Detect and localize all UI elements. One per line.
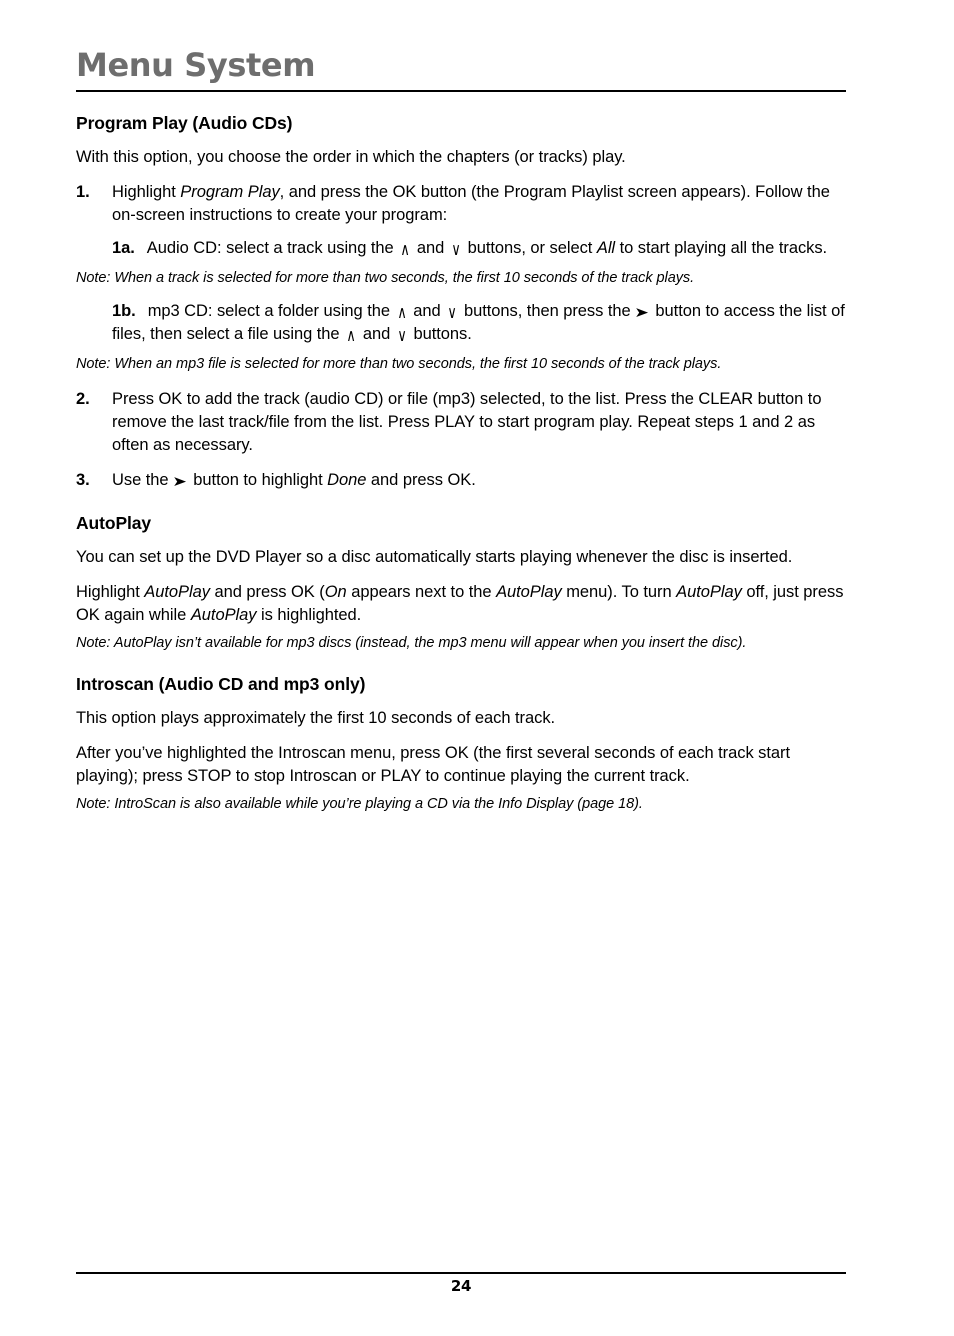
document-page: Menu System Program Play (Audio CDs) Wit… xyxy=(0,0,954,1336)
arrow-up-icon: ∧ xyxy=(400,239,410,260)
autoplay-p2-text-d: menu). To turn xyxy=(561,583,677,601)
note-autoplay-mp3: Note: AutoPlay isn’t available for mp3 d… xyxy=(76,635,747,651)
page-content: Menu System Program Play (Audio CDs) Wit… xyxy=(76,46,846,814)
step-2-marker: 2. xyxy=(76,390,90,408)
page-number: 24 xyxy=(450,1277,472,1295)
arrow-up-icon: ∧ xyxy=(396,302,407,323)
autoplay-p2-italic-d: AutoPlay xyxy=(676,583,742,601)
list-item-step-1: 1. Highlight Program Play, and press the … xyxy=(76,181,846,227)
autoplay-p2-italic-e: AutoPlay xyxy=(190,606,257,624)
step-1a-text-d: to start playing all the tracks. xyxy=(615,239,828,257)
step-1a-text-c: buttons, or select xyxy=(463,239,597,257)
program-play-intro: With this option, you choose the order i… xyxy=(76,148,626,166)
step-1-marker: 1. xyxy=(76,183,90,201)
step-1a-text-a: Audio CD: select a track using the xyxy=(146,239,399,257)
section-heading-program-play: Program Play (Audio CDs) xyxy=(76,113,293,133)
arrow-right-icon: ➤ xyxy=(172,473,187,490)
introscan-paragraph-2: After you’ve highlighted the Introscan m… xyxy=(76,744,791,785)
list-item-step-1b: 1b. mp3 CD: select a folder using the ∧ a… xyxy=(76,300,846,346)
arrow-right-icon: ➤ xyxy=(634,304,650,321)
autoplay-p2-italic-on: On xyxy=(324,583,347,601)
step-3-text-c: and press OK. xyxy=(366,471,476,489)
step-3-text-a: Use the xyxy=(112,471,174,489)
step-1a-marker: 1a. xyxy=(112,239,135,257)
arrow-down-icon: ∨ xyxy=(451,239,461,260)
list-item-step-2: 2. Press OK to add the track (audio CD) o… xyxy=(76,388,846,457)
arrow-up-icon: ∧ xyxy=(346,325,356,346)
step-1b-text-f: buttons. xyxy=(408,325,472,343)
section-heading-introscan: Introscan (Audio CD and mp3 only) xyxy=(76,674,366,694)
list-item-step-1a: 1a. Audio CD: select a track using the ∧ … xyxy=(76,237,846,260)
note-introscan-info-display: Note: IntroScan is also available while … xyxy=(76,796,643,812)
autoplay-p2-text-c: appears next to the xyxy=(346,583,497,601)
arrow-down-icon: ∨ xyxy=(447,302,457,323)
chapter-title: Menu System xyxy=(76,46,316,84)
autoplay-p2-text-f: is highlighted. xyxy=(256,606,362,624)
arrow-down-icon: ∨ xyxy=(397,325,407,346)
step-1-text-a: Highlight xyxy=(112,183,181,201)
step-1b-text-c: buttons, then press the xyxy=(459,302,636,320)
step-3-marker: 3. xyxy=(76,471,90,489)
autoplay-p2-text-b: and press OK ( xyxy=(209,583,325,601)
step-1b-marker: 1b. xyxy=(112,302,136,320)
note-track-selected: Note: When a track is selected for more … xyxy=(76,270,695,286)
section-heading-autoplay: AutoPlay xyxy=(76,513,152,533)
page-footer: 24 xyxy=(76,1272,846,1296)
introscan-paragraph-1: This option plays approximately the firs… xyxy=(76,709,556,727)
step-2-text: Press OK to add the track (audio CD) or … xyxy=(112,390,822,454)
autoplay-paragraph-2: Highlight AutoPlay and press OK (On appe… xyxy=(76,581,846,627)
autoplay-paragraph-1: You can set up the DVD Player so a disc … xyxy=(76,548,793,566)
step-3-italic-done: Done xyxy=(327,471,367,489)
step-3-text-b: button to highlight xyxy=(188,471,328,489)
autoplay-p2-italic-a: AutoPlay xyxy=(144,583,210,601)
autoplay-p2-text-a: Highlight xyxy=(76,583,145,601)
step-1-italic-program-play: Program Play xyxy=(180,183,280,201)
autoplay-p2-italic-c: AutoPlay xyxy=(496,583,562,601)
step-1a-text-b: and xyxy=(412,239,449,257)
step-1a-italic-all: All xyxy=(596,239,616,257)
step-1b-text-a: mp3 CD: select a folder using the xyxy=(147,302,395,320)
note-mp3-file-selected: Note: When an mp3 file is selected for m… xyxy=(76,356,722,372)
list-item-step-3: 3. Use the ➤ button to highlight Done and… xyxy=(76,469,846,492)
step-1b-text-b: and xyxy=(408,302,446,320)
step-1b-text-e: and xyxy=(358,325,395,343)
